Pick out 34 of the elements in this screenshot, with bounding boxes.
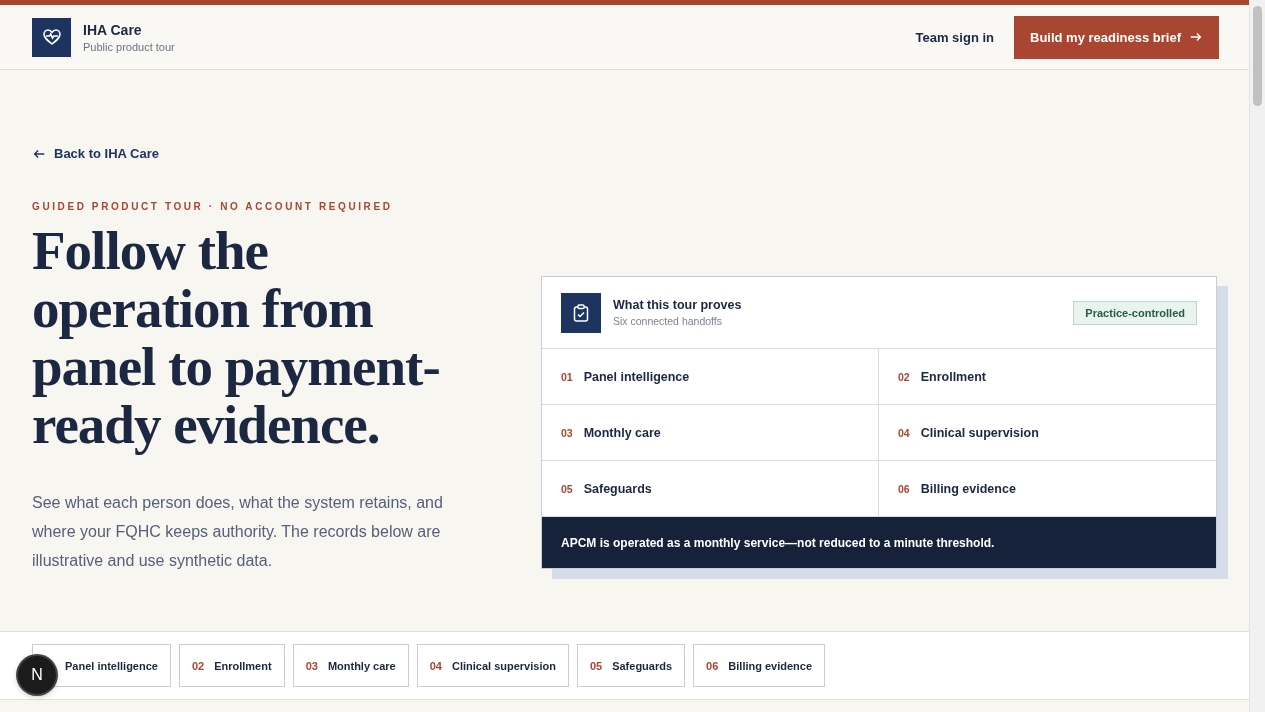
page-headline: Follow the operation from panel to payment-ready evidence. <box>32 222 441 454</box>
brand-name: IHA Care <box>83 21 143 38</box>
step-label: Enrollment <box>920 369 986 384</box>
intro-paragraph: See what each person does, what the system retains, and where your FQHC keeps authority. The records below are illustrative and use synthetic data. <box>32 493 444 571</box>
step-number: 06 <box>898 482 910 495</box>
heart-pulse-icon <box>42 29 61 45</box>
step-label: Monthly care <box>583 425 661 440</box>
step-number: 03 <box>561 426 573 439</box>
brand-subtitle: Public product tour <box>83 40 175 53</box>
eyebrow-label: GUIDED PRODUCT TOUR · NO ACCOUNT REQUIRED <box>32 201 394 212</box>
sign-in-link[interactable]: Team sign in <box>915 29 994 45</box>
card-title: What this tour proves <box>613 298 743 312</box>
step-number: 05 <box>561 482 573 495</box>
step-tab[interactable]: 04 Clinical supervision <box>416 644 569 687</box>
step-tab[interactable]: 02 Enrollment <box>178 644 285 687</box>
practice-controlled-badge: Practice-controlled <box>1073 300 1197 325</box>
readiness-brief-button[interactable]: Build my readiness brief <box>1014 15 1219 59</box>
step-tab[interactable]: 06 Billing evidence <box>693 644 826 687</box>
card-subtitle: Six connected handoffs <box>613 315 723 327</box>
step-label: Panel intelligence <box>583 369 690 384</box>
scrollbar-thumb[interactable] <box>1253 6 1262 106</box>
step-label: Clinical supervision <box>920 425 1039 440</box>
card-footer-note: APCM is operated as a monthly service—not reduced to a minute threshold. <box>542 517 1216 568</box>
step-label: Billing evidence <box>920 481 1016 496</box>
step-number: 01 <box>561 370 573 383</box>
arrow-right-icon <box>1189 30 1203 44</box>
dev-tools-toast[interactable]: N <box>18 656 56 694</box>
back-link[interactable]: Back to IHA Care <box>32 146 159 161</box>
step-number: 02 <box>898 370 910 383</box>
clipboard-check-icon <box>573 303 589 322</box>
step-tab[interactable]: 05 Safeguards <box>576 644 686 687</box>
step-label: Safeguards <box>583 481 652 496</box>
step-number: 04 <box>898 426 910 439</box>
step-tab[interactable]: 03 Monthly care <box>292 644 409 687</box>
